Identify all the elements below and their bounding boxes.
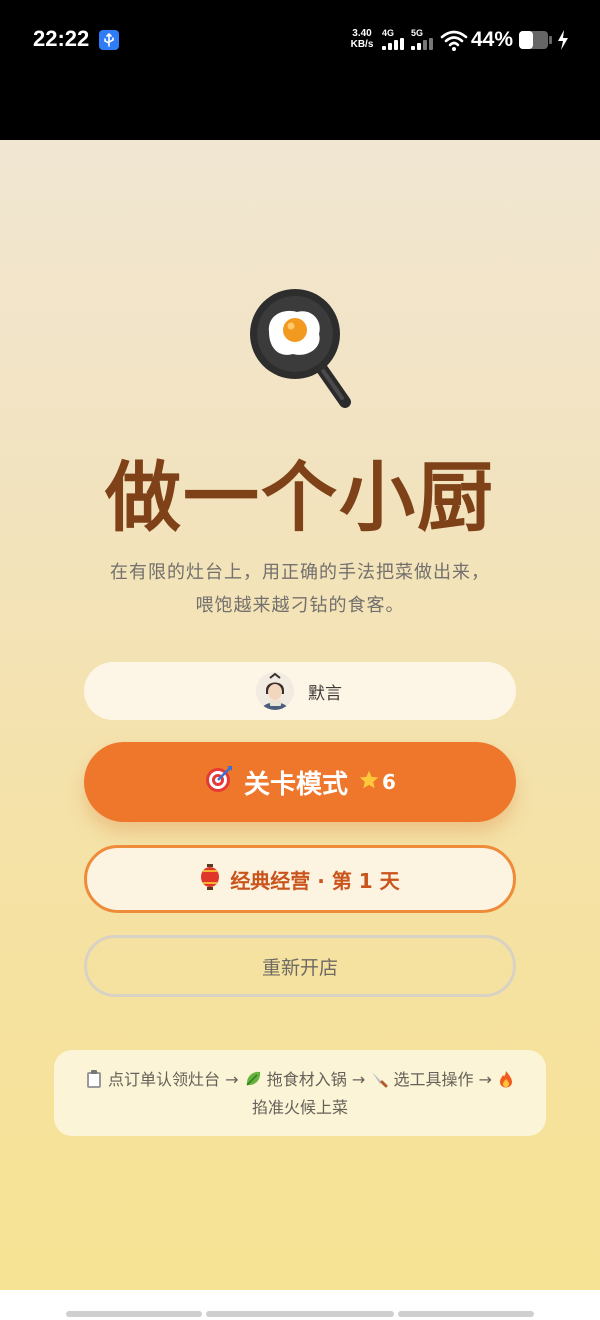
- home-screen: 做一个小厨 在有限的灶台上，用正确的手法把菜做出来， 喂饱越来越刁钻的食客。 默…: [0, 140, 600, 1290]
- usb-debug-icon: [99, 30, 119, 50]
- tip-step-1: 点订单认领灶台: [108, 1070, 221, 1089]
- star-icon: [358, 769, 380, 796]
- classic-mode-label: 经典经营 · 第 1 天: [230, 868, 400, 893]
- user-profile[interactable]: 默言: [84, 662, 516, 720]
- gesture-bar: [66, 1311, 202, 1317]
- signal-icon: 4G: [382, 28, 408, 52]
- classic-mode-button[interactable]: 经典经营 · 第 1 天: [84, 845, 516, 913]
- how-to-play-tips: 点订单认领灶台 → 拖食材入锅 → 选工具操作 → 掐准火候上菜: [54, 1050, 546, 1136]
- subtitle-line-2: 喂饱越来越刁钻的食客。: [195, 595, 405, 616]
- status-bar: 22:22 3.40 KB/s 4G 5G 44%: [0, 0, 600, 140]
- sim1-label: 4G: [382, 28, 395, 38]
- tip-step-2: 拖食材入锅: [266, 1070, 347, 1089]
- tip-step-3: 选工具操作: [393, 1070, 474, 1089]
- navigation-bar: [0, 1290, 600, 1320]
- user-name: 默言: [308, 684, 342, 704]
- battery-icon: [518, 30, 552, 50]
- star-count-value: 6: [382, 770, 396, 794]
- net-speed-value: 3.40: [352, 28, 372, 39]
- knife-icon: [370, 1069, 388, 1088]
- reopen-shop-button[interactable]: 重新开店: [84, 935, 516, 997]
- gesture-bar: [206, 1311, 394, 1317]
- wifi-icon: [440, 28, 468, 52]
- frying-pan-egg-icon: [247, 286, 355, 410]
- tip-arrow: →: [478, 1070, 492, 1089]
- signal-icon: 5G: [411, 28, 437, 52]
- net-speed-unit: KB/s: [350, 39, 374, 50]
- avatar: [256, 672, 294, 710]
- tip-arrow: →: [225, 1070, 239, 1089]
- tip-step-4: 掐准火候上菜: [251, 1098, 348, 1117]
- sim2-label: 5G: [411, 28, 424, 38]
- gesture-bar: [398, 1311, 534, 1317]
- lantern-icon: [200, 863, 220, 895]
- level-mode-label: 关卡模式: [244, 769, 349, 800]
- target-icon: [204, 764, 234, 801]
- status-time: 22:22: [33, 26, 90, 51]
- reopen-shop-label: 重新开店: [261, 956, 338, 979]
- leafy-green-icon: [244, 1069, 262, 1087]
- app-subtitle: 在有限的灶台上，用正确的手法把菜做出来， 喂饱越来越刁钻的食客。: [70, 556, 530, 622]
- battery-percent: 44%: [471, 28, 514, 51]
- fire-icon: [497, 1069, 515, 1088]
- subtitle-line-1: 在有限的灶台上，用正确的手法把菜做出来，: [110, 562, 490, 583]
- app-title: 做一个小厨: [105, 457, 495, 541]
- charging-icon: [557, 30, 569, 50]
- tip-arrow: →: [351, 1070, 366, 1089]
- network-speed: 3.40 KB/s: [347, 28, 377, 50]
- level-mode-button[interactable]: 关卡模式 6: [84, 742, 516, 822]
- clipboard-icon: [85, 1069, 103, 1088]
- star-count: 6: [358, 769, 396, 796]
